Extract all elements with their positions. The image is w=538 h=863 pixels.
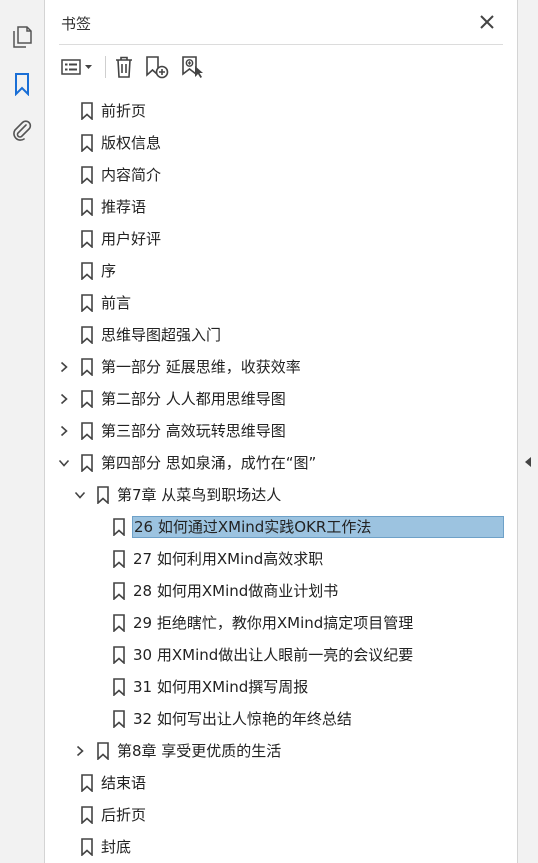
bookmark-icon bbox=[80, 454, 94, 473]
bookmark-item[interactable]: 后折页 bbox=[45, 799, 517, 831]
new-bookmark-from-structure-icon[interactable] bbox=[179, 53, 207, 81]
bookmark-icon bbox=[80, 102, 94, 121]
header-divider bbox=[59, 44, 503, 45]
bookmark-label: 后折页 bbox=[101, 806, 147, 824]
bookmark-label: 版权信息 bbox=[101, 134, 162, 152]
bookmark-label: 31 如何用XMind撰写周报 bbox=[133, 678, 309, 696]
toolbar-separator bbox=[105, 56, 106, 78]
bookmark-item[interactable]: 26 如何通过XMind实践OKR工作法 bbox=[45, 511, 517, 543]
bookmark-item[interactable]: 第8章 享受更优质的生活 bbox=[45, 735, 517, 767]
delete-bookmark-icon[interactable] bbox=[111, 53, 137, 81]
bookmark-icon bbox=[80, 422, 94, 441]
bookmark-label: 第四部分 思如泉涌，成竹在“图” bbox=[101, 454, 317, 472]
bookmark-item[interactable]: 第7章 从菜鸟到职场达人 bbox=[45, 479, 517, 511]
bookmark-item[interactable]: 30 用XMind做出让人眼前一亮的会议纪要 bbox=[45, 639, 517, 671]
navigation-rail bbox=[0, 0, 45, 863]
new-bookmark-icon[interactable] bbox=[143, 53, 171, 81]
bookmark-label: 封底 bbox=[101, 838, 132, 856]
bookmark-item[interactable]: 前折页 bbox=[45, 95, 517, 127]
chevron-down-icon[interactable] bbox=[57, 456, 71, 470]
bookmark-item[interactable]: 第四部分 思如泉涌，成竹在“图” bbox=[45, 447, 517, 479]
bookmark-label: 思维导图超强入门 bbox=[101, 326, 222, 344]
bookmark-label: 内容简介 bbox=[101, 166, 162, 184]
bookmark-item[interactable]: 29 拒绝瞎忙，教你用XMind搞定项目管理 bbox=[45, 607, 517, 639]
chevron-down-icon[interactable] bbox=[73, 488, 87, 502]
bookmark-label: 用户好评 bbox=[101, 230, 162, 248]
bookmark-item[interactable]: 序 bbox=[45, 255, 517, 287]
close-icon[interactable] bbox=[477, 12, 497, 32]
bookmark-label: 结束语 bbox=[101, 774, 147, 792]
bookmark-item[interactable]: 结束语 bbox=[45, 767, 517, 799]
bookmark-label: 第7章 从菜鸟到职场达人 bbox=[117, 486, 282, 504]
bookmark-toolbar bbox=[45, 48, 517, 86]
bookmark-icon bbox=[112, 678, 126, 697]
panel-title: 书签 bbox=[61, 15, 92, 33]
chevron-right-icon[interactable] bbox=[57, 424, 71, 438]
chevron-right-icon[interactable] bbox=[57, 392, 71, 406]
bookmark-item[interactable]: 推荐语 bbox=[45, 191, 517, 223]
bookmark-icon bbox=[80, 838, 94, 857]
bookmark-icon bbox=[80, 358, 94, 377]
bookmark-item[interactable]: 第二部分 人人都用思维导图 bbox=[45, 383, 517, 415]
bookmark-label: 序 bbox=[101, 262, 117, 280]
bookmark-label: 前言 bbox=[101, 294, 132, 312]
bookmark-item[interactable]: 27 如何利用XMind高效求职 bbox=[45, 543, 517, 575]
bookmark-item[interactable]: 用户好评 bbox=[45, 223, 517, 255]
bookmark-label: 28 如何用XMind做商业计划书 bbox=[133, 582, 339, 600]
bookmark-icon bbox=[112, 550, 126, 569]
bookmark-icon bbox=[112, 614, 126, 633]
bookmark-item[interactable]: 第三部分 高效玩转思维导图 bbox=[45, 415, 517, 447]
bookmark-icon bbox=[80, 806, 94, 825]
bookmark-icon bbox=[96, 486, 110, 505]
bookmark-label: 前折页 bbox=[101, 102, 147, 120]
attachment-icon[interactable] bbox=[9, 117, 35, 143]
panel-header: 书签 bbox=[45, 0, 517, 46]
bookmark-label: 第三部分 高效玩转思维导图 bbox=[101, 422, 286, 440]
options-menu-icon[interactable] bbox=[59, 53, 97, 81]
bookmark-icon bbox=[80, 390, 94, 409]
bookmark-item[interactable]: 封底 bbox=[45, 831, 517, 863]
bookmark-label: 第二部分 人人都用思维导图 bbox=[101, 390, 286, 408]
bookmark-icon[interactable] bbox=[9, 71, 35, 97]
bookmark-label: 27 如何利用XMind高效求职 bbox=[133, 550, 324, 568]
bookmark-icon bbox=[112, 518, 126, 537]
bookmark-icon bbox=[80, 198, 94, 217]
collapse-panel-arrow-icon[interactable] bbox=[524, 453, 532, 472]
bookmark-icon bbox=[80, 326, 94, 345]
bookmark-item[interactable]: 28 如何用XMind做商业计划书 bbox=[45, 575, 517, 607]
bookmark-label: 32 如何写出让人惊艳的年终总结 bbox=[133, 710, 352, 728]
bookmark-item[interactable]: 31 如何用XMind撰写周报 bbox=[45, 671, 517, 703]
bookmark-icon bbox=[80, 230, 94, 249]
bookmark-label: 第一部分 延展思维，收获效率 bbox=[101, 358, 301, 376]
bookmark-item[interactable]: 思维导图超强入门 bbox=[45, 319, 517, 351]
bookmark-icon bbox=[80, 262, 94, 281]
bookmark-icon bbox=[80, 134, 94, 153]
bookmark-label: 推荐语 bbox=[101, 198, 147, 216]
bookmark-label: 29 拒绝瞎忙，教你用XMind搞定项目管理 bbox=[133, 614, 414, 632]
bookmark-icon bbox=[80, 166, 94, 185]
chevron-right-icon[interactable] bbox=[73, 744, 87, 758]
bookmark-label: 30 用XMind做出让人眼前一亮的会议纪要 bbox=[133, 646, 414, 664]
bookmark-label: 26 如何通过XMind实践OKR工作法 bbox=[132, 516, 504, 538]
bookmark-icon bbox=[112, 710, 126, 729]
bookmark-icon bbox=[80, 774, 94, 793]
bookmark-label: 第8章 享受更优质的生活 bbox=[117, 742, 282, 760]
bookmark-item[interactable]: 32 如何写出让人惊艳的年终总结 bbox=[45, 703, 517, 735]
chevron-right-icon[interactable] bbox=[57, 360, 71, 374]
bookmark-icon bbox=[112, 646, 126, 665]
pages-icon[interactable] bbox=[9, 24, 35, 50]
bookmarks-panel: 书签 前折页 版权信息 内容简介 推荐语 用户好评 序 前言 思维导图超强入门 … bbox=[45, 0, 517, 863]
bookmark-icon bbox=[96, 742, 110, 761]
bookmark-item[interactable]: 前言 bbox=[45, 287, 517, 319]
bookmark-item[interactable]: 内容简介 bbox=[45, 159, 517, 191]
side-strip bbox=[517, 0, 538, 863]
bookmark-item[interactable]: 版权信息 bbox=[45, 127, 517, 159]
bookmark-icon bbox=[112, 582, 126, 601]
bookmark-icon bbox=[80, 294, 94, 313]
bookmark-item[interactable]: 第一部分 延展思维，收获效率 bbox=[45, 351, 517, 383]
